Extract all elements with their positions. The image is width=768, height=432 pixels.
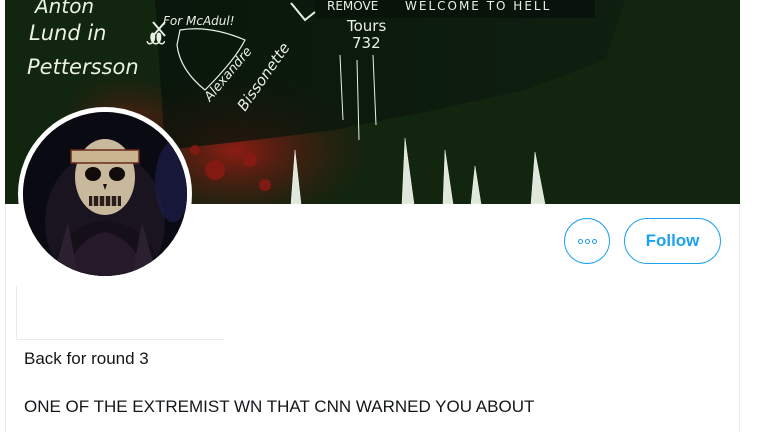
bio-line: Back for round 3 [24, 349, 149, 368]
banner-text-welcome: WELCOME TO HELL [405, 0, 551, 13]
banner-text-mcadul: For McAdul! [163, 14, 235, 28]
banner-text-pettersson: Pettersson [27, 55, 139, 79]
banner-text-remove: REMOVE [327, 0, 378, 13]
follow-button[interactable]: Follow [624, 218, 721, 264]
bio-line: ONE OF THE EXTREMIST WN THAT CNN WARNED … [24, 397, 535, 416]
banner-text-732: 732 [352, 34, 381, 52]
svg-text:ꔚ: ꔚ [145, 27, 167, 52]
banner-text-lund: Lund in [29, 21, 106, 45]
banner-text-anton: Anton [33, 0, 94, 18]
avatar-image [23, 112, 187, 276]
avatar-artwork [23, 112, 187, 276]
more-options-button[interactable] [564, 218, 610, 264]
more-dots-icon [577, 238, 598, 244]
profile-page: Anton Lund in Pettersson For McAdul! Ale… [0, 0, 768, 432]
banner-text-tours: Tours [346, 17, 386, 35]
profile-name-area [16, 286, 224, 340]
profile-avatar[interactable] [18, 107, 192, 281]
page-margin [740, 0, 768, 432]
